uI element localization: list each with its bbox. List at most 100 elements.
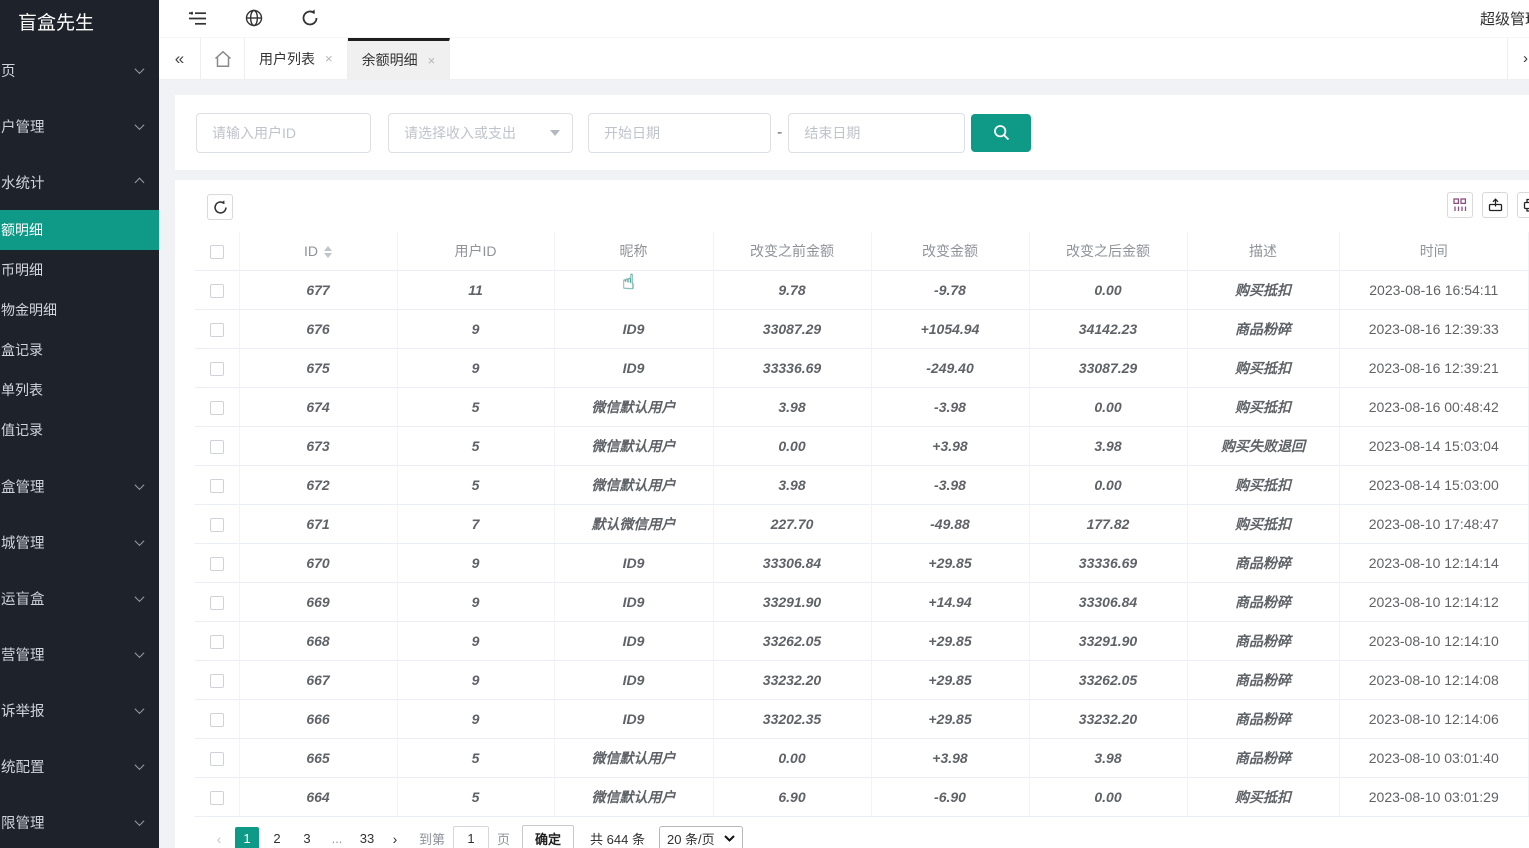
cell-before: 33336.69 [713, 348, 871, 387]
cell-user_id: 11 [397, 270, 554, 309]
search-button[interactable] [971, 114, 1031, 152]
refresh-page-icon[interactable] [297, 5, 323, 31]
table-row: 6735微信默认用户0.00+3.983.98购买失败退回2023-08-14 … [195, 426, 1529, 465]
sidebar-item[interactable]: 户管理 [0, 98, 159, 154]
cell-time: 2023-08-10 12:14:08 [1339, 660, 1529, 699]
table-refresh-button[interactable] [207, 194, 233, 220]
sidebar-item[interactable]: 运盲盒 [0, 570, 159, 626]
select-all-checkbox[interactable] [210, 245, 224, 259]
cell-desc: 购买抵扣 [1187, 270, 1339, 309]
row-checkbox[interactable] [210, 596, 224, 610]
sidebar-nav: 页户管理水统计额明细币明细物金明细盒记录单列表值记录盒管理城管理运盲盒营管理诉举… [0, 42, 159, 848]
cell-time: 2023-08-16 12:39:33 [1339, 309, 1529, 348]
page-number[interactable]: 3 [295, 827, 319, 848]
row-checkbox[interactable] [210, 518, 224, 532]
open-tabs: 用户列表×余额明细× [245, 38, 450, 79]
row-checkbox[interactable] [210, 479, 224, 493]
prev-page-icon[interactable]: ‹ [209, 831, 229, 847]
cell-id: 673 [239, 426, 397, 465]
page-size-value: 20 条/页 [667, 829, 715, 848]
print-button[interactable] [1517, 192, 1529, 218]
cell-after: 33291.90 [1029, 621, 1187, 660]
cell-id: 674 [239, 387, 397, 426]
column-header-id[interactable]: ID [239, 232, 397, 270]
table-toolbar [195, 192, 1529, 222]
cell-id: 664 [239, 777, 397, 816]
row-checkbox[interactable] [210, 284, 224, 298]
sidebar-item[interactable]: 诉举报 [0, 682, 159, 738]
sidebar-item[interactable]: 营管理 [0, 626, 159, 682]
sidebar-subitem[interactable]: 额明细 [0, 210, 159, 250]
table-row: 6689ID933262.05+29.8533291.90商品粉碎2023-08… [195, 621, 1529, 660]
collapse-sidebar-icon[interactable] [184, 5, 210, 31]
table-row: 6725微信默认用户3.98-3.980.00购买抵扣2023-08-14 15… [195, 465, 1529, 504]
row-checkbox-cell [195, 426, 239, 465]
date-range-separator: - [777, 124, 782, 142]
row-checkbox[interactable] [210, 362, 224, 376]
pagination-ellipsis: ... [325, 827, 349, 848]
cell-nickname: ID9 [554, 582, 713, 621]
row-checkbox[interactable] [210, 557, 224, 571]
sidebar-item[interactable]: 统配置 [0, 738, 159, 794]
cell-change: -249.40 [871, 348, 1029, 387]
row-checkbox-cell [195, 270, 239, 309]
chevron-down-icon [135, 480, 145, 490]
sidebar-subitem[interactable]: 币明细 [0, 250, 159, 290]
page-number[interactable]: 33 [355, 827, 379, 848]
cell-change: +29.85 [871, 621, 1029, 660]
row-checkbox[interactable] [210, 713, 224, 727]
goto-page-input[interactable] [453, 826, 489, 848]
income-type-select[interactable]: 请选择收入或支出 [388, 113, 573, 153]
select-all-cell [195, 232, 239, 270]
page-size-select[interactable]: 20 条/页 [659, 826, 743, 848]
current-user[interactable]: 超级管理员 [1480, 8, 1529, 29]
sidebar-item[interactable]: 城管理 [0, 514, 159, 570]
goto-confirm-button[interactable]: 确定 [522, 825, 574, 848]
next-page-icon[interactable]: › [385, 831, 405, 847]
sidebar-subitem[interactable]: 值记录 [0, 410, 159, 450]
user-id-input[interactable]: 请输入用户ID [196, 113, 371, 153]
start-date-input[interactable]: 开始日期 [588, 113, 771, 153]
table-row: 6769ID933087.29+1054.9434142.23商品粉碎2023-… [195, 309, 1529, 348]
row-checkbox[interactable] [210, 752, 224, 766]
sort-icon[interactable] [324, 246, 332, 258]
table-header-row: ID 用户ID 昵称 改变之前金额 改变金额 改变之后金额 描述 时间 [195, 232, 1529, 270]
page-number[interactable]: 2 [265, 827, 289, 848]
row-checkbox[interactable] [210, 791, 224, 805]
sidebar-subitem[interactable]: 物金明细 [0, 290, 159, 330]
row-checkbox-cell [195, 777, 239, 816]
row-checkbox[interactable] [210, 635, 224, 649]
tabs-scroll-left-icon[interactable]: « [159, 38, 201, 79]
tab-active[interactable]: 余额明细× [348, 38, 451, 79]
tab-close-icon[interactable]: × [428, 53, 436, 68]
column-settings-button[interactable] [1447, 192, 1473, 218]
column-header-nickname: 昵称 [554, 232, 713, 270]
sidebar-subitem[interactable]: 盒记录 [0, 330, 159, 370]
home-tab-icon[interactable] [201, 38, 245, 79]
sidebar-item[interactable]: 水统计 [0, 154, 159, 210]
sidebar-item[interactable]: 页 [0, 42, 159, 98]
table-row: 6669ID933202.35+29.8533232.20商品粉碎2023-08… [195, 699, 1529, 738]
row-checkbox[interactable] [210, 440, 224, 454]
page-number[interactable]: 1 [235, 827, 259, 848]
tab-item[interactable]: 用户列表 × [245, 38, 348, 79]
cell-change: -6.90 [871, 777, 1029, 816]
row-checkbox[interactable] [210, 674, 224, 688]
tab-label: 用户列表 [259, 49, 315, 69]
export-button[interactable] [1482, 192, 1508, 218]
language-globe-icon[interactable] [241, 5, 267, 31]
cell-after: 33306.84 [1029, 582, 1187, 621]
cell-after: 0.00 [1029, 465, 1187, 504]
tabs-scroll-right-icon[interactable]: › [1507, 38, 1529, 79]
row-checkbox[interactable] [210, 401, 224, 415]
sidebar-item[interactable]: 限管理 [0, 794, 159, 848]
cell-desc: 商品粉碎 [1187, 621, 1339, 660]
tab-close-icon[interactable]: × [325, 51, 333, 66]
sidebar-item[interactable]: 盒管理 [0, 458, 159, 514]
sidebar-subitem[interactable]: 单列表 [0, 370, 159, 410]
row-checkbox[interactable] [210, 323, 224, 337]
end-date-input[interactable]: 结束日期 [788, 113, 965, 153]
column-header-before: 改变之前金额 [713, 232, 871, 270]
column-header-change: 改变金额 [871, 232, 1029, 270]
cell-user_id: 9 [397, 348, 554, 387]
